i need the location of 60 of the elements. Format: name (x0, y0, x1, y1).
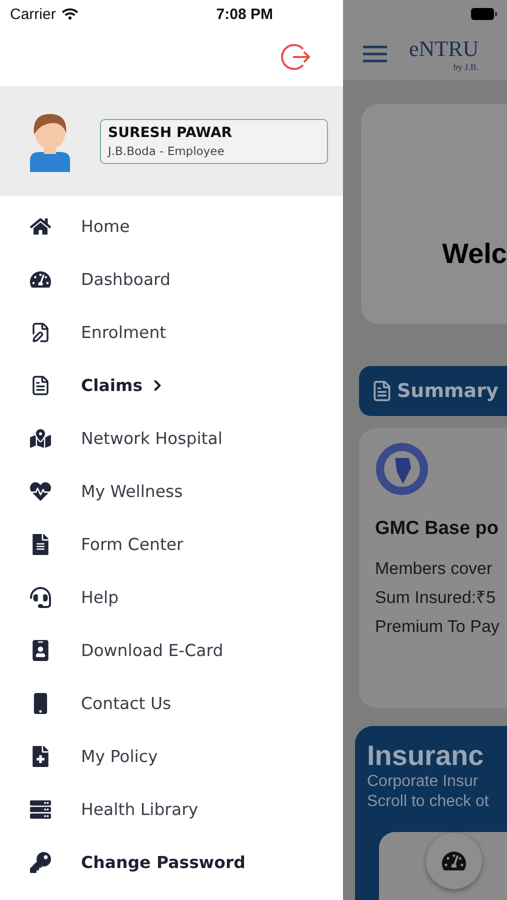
menu-label: Help (81, 588, 119, 607)
menu-label: Enrolment (81, 323, 166, 342)
policy-detail: Premium To Pay (375, 616, 500, 638)
insurance-text: Scroll to check ot (367, 792, 490, 812)
emblem-icon (375, 442, 429, 496)
battery-icon (471, 8, 497, 20)
summary-tab[interactable]: Summary (359, 366, 507, 416)
user-role: J.B.Boda - Employee (108, 144, 226, 158)
menu-item[interactable]: Home (0, 200, 343, 253)
medical-file-icon (30, 746, 51, 767)
logo-subtitle: by J.B. (453, 62, 479, 72)
menu-label: Contact Us (81, 694, 172, 713)
map-pin-icon (30, 428, 51, 449)
logout-icon[interactable] (279, 41, 311, 73)
menu-item[interactable]: My Wellness (0, 465, 343, 518)
menu-label: Form Center (81, 535, 184, 554)
menu-item[interactable]: Network Hospital (0, 412, 343, 465)
id-card-icon (30, 640, 51, 661)
clock: 7:08 PM (216, 6, 273, 22)
menu-item[interactable]: Health Library (0, 783, 343, 836)
menu-label: Dashboard (81, 270, 171, 289)
user-name: SURESH PAWAR (108, 124, 234, 140)
carrier-label: Carrier (10, 6, 56, 22)
menu-label: Health Library (81, 800, 198, 819)
form-icon (30, 534, 51, 555)
menu-label: My Wellness (81, 482, 183, 501)
welcome-text: Welc (442, 238, 507, 270)
menu-icon[interactable] (363, 45, 387, 63)
insurance-title: Insuranc (367, 740, 485, 772)
gauge-icon (30, 269, 51, 290)
insurance-text: Corporate Insur (367, 772, 480, 792)
menu-label: Home (81, 217, 130, 236)
menu-item[interactable]: Help (0, 571, 343, 624)
document-icon (371, 380, 393, 402)
home-icon (30, 216, 51, 237)
headset-icon (30, 587, 51, 608)
menu-item[interactable]: Change Password (0, 836, 343, 889)
wifi-icon (62, 6, 78, 22)
menu-item[interactable]: Enrolment (0, 306, 343, 359)
menu-item[interactable]: Form Center (0, 518, 343, 571)
menu-label: Change Password (81, 853, 246, 872)
server-icon (30, 799, 51, 820)
app-logo: eNTRU (409, 36, 479, 62)
heartbeat-icon (30, 481, 51, 502)
gauge-icon (442, 849, 466, 873)
menu-item[interactable]: Contact Us (0, 677, 343, 730)
menu-item[interactable]: Download E-Card (0, 624, 343, 677)
policy-detail: Members cover (375, 558, 494, 580)
menu-item[interactable]: My Policy (0, 730, 343, 783)
file-edit-icon (30, 322, 51, 343)
menu-label: My Policy (81, 747, 158, 766)
menu-label: Network Hospital (81, 429, 222, 448)
menu-label: Download E-Card (81, 641, 224, 660)
menu-item[interactable]: Claims (0, 359, 343, 412)
key-icon (30, 852, 51, 873)
document-icon (30, 375, 51, 396)
policy-detail: Sum Insured:₹5 (375, 587, 497, 609)
menu-label: Claims (81, 376, 143, 395)
policy-title: GMC Base po (375, 518, 500, 540)
menu-item[interactable]: Dashboard (0, 253, 343, 306)
